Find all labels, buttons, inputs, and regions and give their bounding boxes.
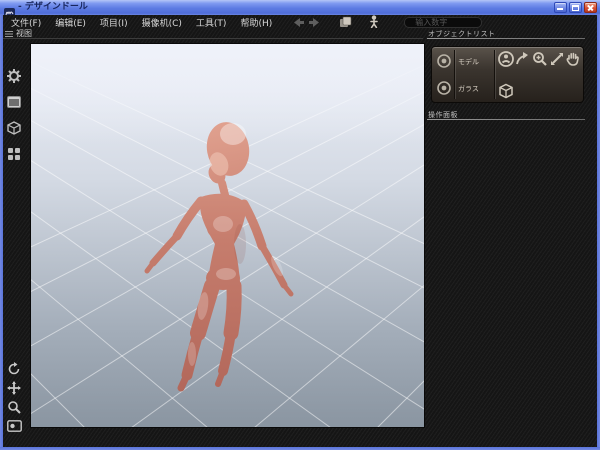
object-list-separator (494, 50, 495, 99)
app-window: - デザインドール 文件(F) 编辑(E) 项目(I) 摄像机(C) 工具(T)… (0, 0, 600, 450)
model-mode-button[interactable] (5, 119, 23, 137)
select-doll-tool[interactable] (498, 51, 514, 67)
forward-arrow-icon (308, 17, 321, 28)
minimize-icon (557, 8, 563, 10)
window-view-button[interactable] (5, 93, 23, 111)
scale-arrows-icon (549, 51, 565, 67)
left-section-divider (3, 38, 423, 39)
zoom-view-button[interactable] (5, 398, 23, 416)
history-nav (292, 13, 321, 32)
operation-panel-divider (427, 119, 585, 120)
menu-item-camera[interactable]: 摄像机(C) (142, 16, 182, 29)
rotate-flag-icon (515, 51, 531, 67)
doll-icon (368, 15, 380, 28)
visibility-toggle-model[interactable] (437, 54, 451, 68)
object-list-divider (427, 38, 585, 39)
screen: { "window": { "title": "- デザインドール" }, "m… (0, 0, 600, 450)
prop-cube-tool[interactable] (498, 83, 514, 99)
operation-panel (427, 121, 585, 443)
settings-button[interactable] (5, 67, 23, 85)
grab-object-tool[interactable] (565, 51, 581, 67)
cube-icon (7, 121, 21, 135)
menu-item-file[interactable]: 文件(F) (11, 16, 41, 29)
eye-icon (437, 81, 451, 95)
object-row-model[interactable]: モデル (458, 57, 479, 67)
client-area: 文件(F) 编辑(E) 项目(I) 摄像机(C) 工具(T) 帮助(H) (3, 15, 597, 447)
view-label: 视图 (16, 28, 32, 39)
list-icon (5, 30, 13, 38)
zoom-object-tool[interactable] (532, 51, 548, 67)
app-icon (4, 3, 15, 13)
menu-item-edit[interactable]: 编辑(E) (55, 16, 86, 29)
rotate-view-button[interactable] (5, 360, 23, 378)
viewport-3d[interactable] (30, 43, 425, 428)
move-icon (7, 381, 21, 395)
object-list-separator (454, 50, 455, 99)
layout-grid-button[interactable] (5, 145, 23, 163)
redo-forward-button[interactable] (308, 13, 321, 32)
cube-icon (498, 83, 514, 99)
scale-object-tool[interactable] (549, 51, 565, 67)
pages-icon (339, 16, 352, 28)
frame-icon (7, 420, 22, 432)
figure-circle-icon (498, 51, 514, 67)
hand-icon (565, 51, 581, 67)
maximize-icon (572, 5, 579, 11)
window-controls (554, 2, 597, 13)
scene-canvas (31, 44, 424, 427)
zoom-in-icon (532, 51, 548, 67)
library-button[interactable] (339, 13, 352, 32)
minimize-button[interactable] (554, 2, 567, 13)
eye-icon (437, 54, 451, 68)
rotate-icon (7, 362, 21, 376)
magnifier-icon (7, 400, 21, 414)
right-panel: オブジェクトリスト モデル ガラス (425, 15, 587, 447)
close-button[interactable] (584, 2, 597, 13)
fit-view-button[interactable] (5, 417, 23, 435)
menu-item-help[interactable]: 帮助(H) (240, 16, 272, 29)
pose-library-button[interactable] (368, 13, 380, 32)
gear-icon (7, 69, 21, 83)
menu-item-project[interactable]: 项目(I) (100, 16, 128, 29)
object-list: モデル ガラス (431, 46, 584, 103)
visibility-toggle-glass[interactable] (437, 81, 451, 95)
back-arrow-icon (292, 17, 305, 28)
rotate-object-tool[interactable] (515, 51, 531, 67)
window-title: - デザインドール (18, 0, 88, 15)
grid-icon (7, 147, 21, 161)
pan-view-button[interactable] (5, 379, 23, 397)
window-icon (7, 96, 21, 108)
undo-back-button[interactable] (292, 13, 305, 32)
menu-item-tools[interactable]: 工具(T) (196, 16, 227, 29)
object-row-glass[interactable]: ガラス (458, 84, 479, 94)
maximize-button[interactable] (569, 2, 582, 13)
view-section-header: 视图 (5, 28, 32, 39)
